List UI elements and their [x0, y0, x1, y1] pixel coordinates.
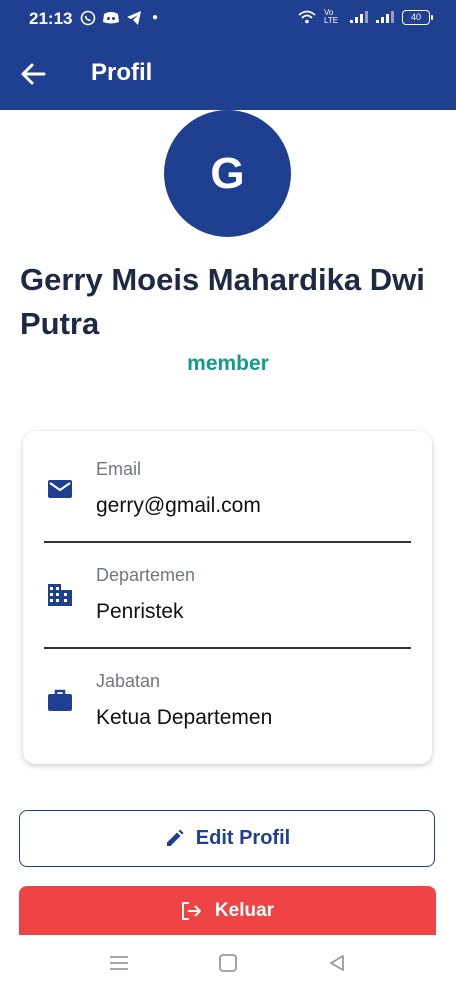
- briefcase-icon: [48, 689, 72, 711]
- wifi-icon: [298, 10, 316, 24]
- detail-value: Ketua Departemen: [96, 706, 273, 729]
- more-notifications-dot: ●: [152, 12, 159, 23]
- battery-icon: 40: [402, 9, 433, 25]
- mail-icon: [48, 480, 72, 498]
- detail-label: Email: [96, 459, 142, 479]
- building-icon: [48, 584, 72, 606]
- app-bar: Profil: [0, 36, 456, 110]
- pencil-icon: [166, 829, 184, 846]
- detail-row-department: Departemen Penristek: [23, 537, 432, 643]
- page-title: Profil: [91, 59, 153, 86]
- role-badge: member: [187, 352, 269, 375]
- detail-value: gerry@gmail.com: [96, 494, 261, 517]
- detail-value: Penristek: [96, 600, 184, 623]
- menu-icon[interactable]: [108, 953, 130, 973]
- whatsapp-icon: [80, 10, 96, 26]
- detail-label: Departemen: [96, 565, 196, 585]
- back-triangle-icon[interactable]: [326, 953, 348, 973]
- notification-icons: ●: [80, 9, 158, 27]
- profile-details-card: Email gerry@gmail.com Departemen Penrist…: [23, 431, 432, 764]
- logout-button[interactable]: Keluar: [19, 886, 436, 935]
- avatar: G: [164, 110, 291, 237]
- signal-icon-1: [350, 11, 368, 23]
- discord-icon: [103, 12, 119, 24]
- arrow-left-icon[interactable]: [18, 60, 50, 88]
- status-time: 21:13: [29, 9, 73, 28]
- logout-label: Keluar: [214, 899, 275, 921]
- detail-row-position: Jabatan Ketua Departemen: [23, 643, 432, 749]
- edit-profile-label: Edit Profil: [195, 827, 291, 849]
- telegram-icon: [127, 11, 141, 25]
- edit-profile-button[interactable]: Edit Profil: [19, 810, 435, 867]
- detail-label: Jabatan: [96, 671, 161, 691]
- logout-icon: [181, 901, 201, 920]
- detail-row-email: Email gerry@gmail.com: [23, 431, 432, 537]
- profile-name: Gerry Moeis Mahardika Dwi Putra: [20, 262, 425, 341]
- system-nav-bar: [0, 935, 456, 990]
- signal-icon-2: [376, 11, 394, 23]
- status-bar: 21:13 ● Vo LTE 40: [0, 0, 456, 36]
- system-icons: Vo LTE 40: [298, 8, 433, 25]
- volte-label: Vo LTE: [324, 8, 339, 25]
- home-icon[interactable]: [217, 953, 239, 973]
